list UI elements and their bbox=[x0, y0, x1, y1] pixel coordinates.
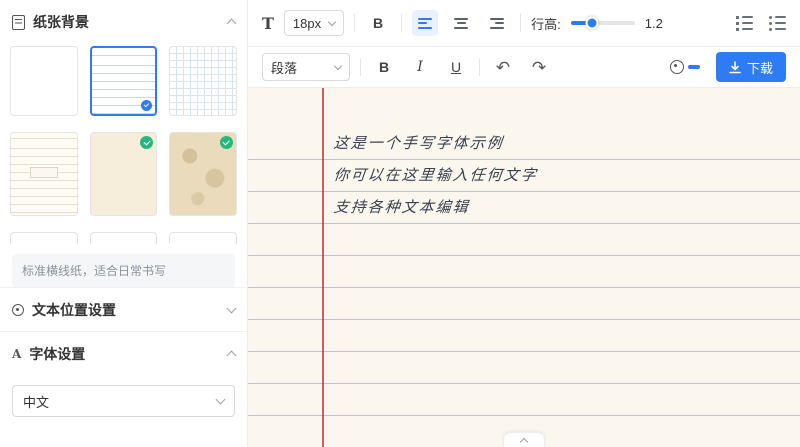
align-left-icon bbox=[418, 18, 432, 29]
align-left-button[interactable] bbox=[412, 10, 438, 36]
handwritten-text-line[interactable]: 这是一个手写字体示例 bbox=[332, 128, 505, 160]
download-icon bbox=[729, 61, 741, 74]
paper-thumbnail[interactable] bbox=[10, 232, 78, 244]
collapse-panel-handle[interactable] bbox=[503, 432, 545, 447]
italic-button[interactable]: I bbox=[407, 54, 433, 80]
redo-button[interactable]: ↷ bbox=[526, 54, 552, 80]
divider bbox=[354, 14, 355, 32]
undo-button[interactable]: ↶ bbox=[490, 54, 516, 80]
divider bbox=[479, 58, 480, 76]
main-area: T 18px B 行高: 1.2 bbox=[248, 0, 800, 447]
bold-button[interactable]: B bbox=[371, 54, 397, 80]
font-size-value: 18px bbox=[293, 16, 321, 31]
position-icon bbox=[12, 304, 24, 316]
chevron-down-icon bbox=[328, 17, 336, 25]
paper-description: 标准横线纸，适合日常书写 bbox=[12, 254, 235, 287]
chevron-up-icon[interactable] bbox=[227, 19, 237, 29]
handwritten-text-line[interactable]: 支持各种文本编辑 bbox=[332, 192, 471, 224]
align-right-button[interactable] bbox=[484, 10, 510, 36]
divider bbox=[360, 58, 361, 76]
ruled-lines bbox=[248, 159, 800, 447]
section-label: 文本位置设置 bbox=[32, 300, 116, 320]
paper-thumbnail-blank[interactable] bbox=[10, 46, 78, 116]
font-size-select[interactable]: 18px bbox=[284, 10, 344, 36]
paragraph-style-select[interactable]: 段落 bbox=[262, 53, 350, 81]
section-label: 字体设置 bbox=[29, 344, 85, 364]
paper-thumbnail-lined-selected[interactable] bbox=[90, 46, 158, 116]
underline-button[interactable]: U bbox=[443, 54, 469, 80]
paper-thumbnail-grid-paper[interactable] bbox=[169, 46, 237, 116]
download-button[interactable]: 下载 bbox=[716, 52, 786, 82]
align-right-icon bbox=[490, 18, 504, 29]
chevron-down-icon bbox=[216, 395, 226, 405]
sidebar: 纸张背景 标准横线纸，适合日常 bbox=[0, 0, 248, 447]
margin-line bbox=[322, 88, 324, 447]
palette-icon bbox=[670, 60, 684, 74]
paper-thumbnail[interactable] bbox=[90, 232, 158, 244]
unordered-list-icon[interactable] bbox=[769, 16, 786, 31]
paper-thumbnail-cream[interactable] bbox=[90, 132, 158, 216]
color-picker-button[interactable] bbox=[670, 60, 700, 74]
sidebar-item-font-settings[interactable]: A 字体设置 bbox=[0, 331, 247, 375]
text-size-icon: T bbox=[262, 14, 274, 33]
divider bbox=[520, 14, 521, 32]
paper-thumbnail-vintage[interactable] bbox=[169, 132, 237, 216]
ordered-list-icon[interactable] bbox=[736, 16, 753, 31]
paper-canvas[interactable]: 这是一个手写字体示例 你可以在这里输入任何文字 支持各种文本编辑 bbox=[248, 88, 800, 447]
paper-background-header[interactable]: 纸张背景 bbox=[0, 0, 247, 44]
selected-check-icon bbox=[141, 100, 152, 111]
app-window: 纸张背景 标准横线纸，适合日常 bbox=[0, 0, 800, 447]
align-center-button[interactable] bbox=[448, 10, 474, 36]
paragraph-style-value: 段落 bbox=[271, 58, 297, 77]
slider-knob[interactable] bbox=[586, 17, 599, 30]
chevron-up-icon bbox=[227, 350, 237, 360]
chevron-down-icon bbox=[334, 61, 342, 69]
paper-thumbnail-grid bbox=[0, 44, 247, 244]
premium-badge-icon bbox=[140, 136, 153, 149]
handwritten-text-line[interactable]: 你可以在这里输入任何文字 bbox=[332, 160, 539, 192]
line-height-value: 1.2 bbox=[645, 16, 663, 31]
paper-section-title: 纸张背景 bbox=[33, 12, 89, 32]
font-language-select[interactable]: 中文 bbox=[12, 385, 235, 417]
line-height-slider[interactable] bbox=[571, 21, 635, 25]
download-label: 下载 bbox=[747, 58, 773, 77]
font-language-value: 中文 bbox=[23, 392, 49, 411]
toolbar-row-1: T 18px B 行高: 1.2 bbox=[248, 0, 800, 47]
bold-button[interactable]: B bbox=[365, 10, 391, 36]
chevron-down-icon bbox=[227, 303, 237, 313]
sidebar-item-text-position[interactable]: 文本位置设置 bbox=[0, 287, 247, 331]
align-center-icon bbox=[454, 18, 468, 29]
paper-thumbnail-letter[interactable] bbox=[10, 132, 78, 216]
paper-thumbnail[interactable] bbox=[169, 232, 237, 244]
line-height-label: 行高: bbox=[531, 14, 561, 33]
divider bbox=[401, 14, 402, 32]
color-swatch bbox=[688, 65, 700, 69]
paper-icon bbox=[12, 15, 25, 30]
premium-badge-icon bbox=[220, 136, 233, 149]
chevron-up-icon bbox=[520, 437, 528, 445]
toolbar-row-2: 段落 B I U ↶ ↷ 下载 bbox=[248, 47, 800, 88]
font-icon: A bbox=[12, 348, 21, 360]
